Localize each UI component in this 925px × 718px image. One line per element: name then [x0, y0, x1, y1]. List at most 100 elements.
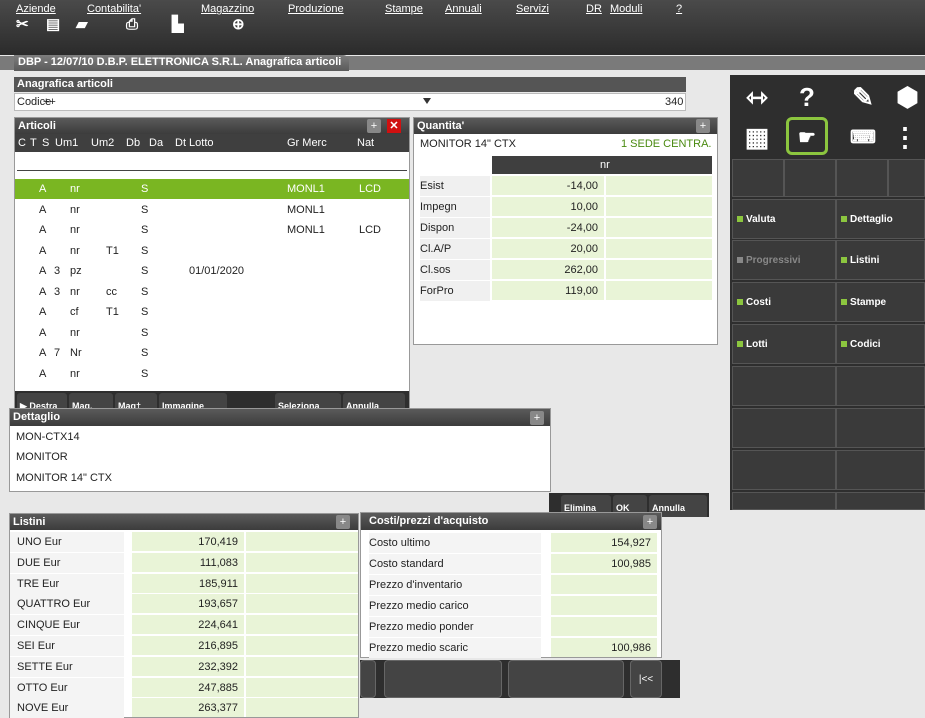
expand-icon[interactable]: + [336, 515, 350, 529]
table-row: Dispon -24,00 [414, 218, 717, 238]
menu-moduli[interactable]: Moduli [610, 3, 642, 15]
row-value-empty[interactable] [246, 532, 358, 551]
row-value-empty[interactable] [246, 677, 358, 697]
close-icon[interactable]: ✕ [387, 119, 401, 133]
col-grmerc[interactable]: Gr Merc [287, 134, 327, 152]
row-value[interactable]: 100,985 [551, 554, 657, 573]
col-da[interactable]: Da [149, 134, 163, 152]
table-row: Prezzo medio scaric 100,986 [361, 638, 661, 659]
col-um2[interactable]: Um2 [91, 134, 114, 152]
document-tab[interactable]: DBP - 12/07/10 D.B.P. ELETTRONICA S.R.L.… [14, 55, 350, 71]
table-row[interactable]: Anr T1 S [15, 241, 409, 261]
menu-produzione[interactable]: Produzione [288, 3, 344, 15]
table-row[interactable]: Anr S MONL1 LCD [15, 220, 409, 240]
table-row[interactable]: Acf T1 S [15, 302, 409, 322]
row-value-empty[interactable] [246, 615, 358, 635]
row-value: 10,00 [492, 197, 604, 216]
valuta-button[interactable]: Valuta [732, 199, 836, 239]
lotti-button[interactable]: Lotti [732, 324, 836, 364]
menu-dr[interactable]: DR [586, 3, 602, 15]
row-value[interactable]: 111,083 [132, 552, 244, 572]
expand-icon[interactable]: ⊕ [232, 16, 245, 34]
row-value[interactable] [551, 575, 657, 594]
stampe-button[interactable]: Stampe [836, 282, 925, 322]
col-db[interactable]: Db [126, 134, 140, 152]
window-icon[interactable]: ▙ [172, 16, 184, 34]
scissors-icon[interactable]: ✂ [16, 16, 29, 34]
table-row[interactable]: Anr S MONL1 LCD [15, 179, 409, 199]
col-dtlotto[interactable]: Dt Lotto [175, 134, 214, 152]
print-icon[interactable]: ⎙ [126, 16, 138, 34]
row-value-empty[interactable] [246, 698, 358, 718]
menu-stampe[interactable]: Stampe [385, 3, 423, 15]
listini-button[interactable]: Listini [836, 240, 925, 280]
menu-annuali[interactable]: Annuali [445, 3, 482, 15]
expand-icon[interactable]: + [367, 119, 381, 133]
row-value[interactable]: 216,895 [132, 636, 244, 655]
row-value[interactable]: 247,885 [132, 677, 244, 697]
row-value-empty[interactable] [246, 552, 358, 572]
row-value[interactable]: 100,986 [551, 638, 657, 657]
nav-button[interactable] [384, 660, 502, 698]
codice-value[interactable]: ++ [43, 96, 56, 108]
menu-aziende[interactable]: Aziende [16, 3, 56, 15]
row-value-empty[interactable] [246, 656, 358, 676]
codice-field[interactable]: Codice ++ 340 [14, 93, 686, 111]
expand-icon[interactable]: + [696, 119, 710, 133]
costi-button[interactable]: Costi [732, 282, 836, 322]
table-row[interactable]: A 7 Nr S [15, 343, 409, 363]
table-row[interactable]: A 3 pz S 01/01/2020 [15, 261, 409, 281]
codici-button[interactable]: Codici [836, 324, 925, 364]
box-icon[interactable]: ⬢ [890, 79, 925, 115]
row-value[interactable]: 185,911 [132, 573, 244, 593]
menu-help[interactable]: ? [676, 3, 682, 15]
row-value[interactable]: 224,641 [132, 615, 244, 635]
row-value[interactable]: 263,377 [132, 698, 244, 718]
empty-cell [732, 450, 836, 490]
col-um1[interactable]: Um1 [55, 134, 78, 152]
col-t[interactable]: T [30, 134, 37, 152]
col-s[interactable]: S [42, 134, 49, 152]
folder-icon[interactable]: ▰ [76, 16, 88, 34]
table-row[interactable]: Anr S [15, 323, 409, 343]
progressivi-button[interactable]: Progressivi [732, 240, 836, 280]
dettaglio-button[interactable]: Dettaglio [836, 199, 925, 239]
first-page-button[interactable]: |<< [630, 660, 662, 698]
table-row[interactable]: Anr S [15, 364, 409, 384]
row-label: Cl.A/P [420, 239, 490, 259]
table-row[interactable]: Anr S MONL1 [15, 200, 409, 220]
row-value[interactable]: 170,419 [132, 532, 244, 551]
col-nat[interactable]: Nat [357, 134, 374, 152]
keyboard-icon[interactable]: ⌨ [838, 119, 888, 155]
progressivi-label: Progressivi [746, 255, 801, 266]
table-row[interactable]: A 3 nr cc S [15, 282, 409, 302]
row-value[interactable]: 193,657 [132, 594, 244, 614]
menu-magazzino[interactable]: Magazzino [201, 3, 254, 15]
nav-button[interactable] [508, 660, 624, 698]
row-value-empty[interactable] [246, 594, 358, 614]
row-label: NOVE Eur [10, 698, 124, 718]
empty-cell [732, 159, 784, 197]
document-icon[interactable]: ▤ [46, 16, 60, 34]
row-value[interactable]: 154,927 [551, 533, 657, 552]
row-value[interactable] [551, 617, 657, 636]
menu-contabilita[interactable]: Contabilita' [87, 3, 141, 15]
nav-button[interactable] [360, 660, 376, 698]
help-icon[interactable]: ? [782, 79, 832, 115]
expand-icon[interactable]: + [643, 515, 657, 529]
fullscreen-icon[interactable]: ⇿ [732, 79, 782, 115]
table-row: CINQUE Eur 224,641 [10, 615, 358, 636]
grid-icon[interactable]: ⋮⋮ [892, 119, 925, 155]
pointer-icon[interactable]: ☛ [786, 117, 828, 155]
expand-icon[interactable]: + [530, 411, 544, 425]
row-value[interactable]: 232,392 [132, 656, 244, 676]
row-label: Esist [420, 176, 490, 196]
calculator-icon[interactable]: ▦ [732, 119, 782, 155]
dropdown-icon[interactable] [423, 98, 431, 104]
row-value-empty[interactable] [246, 636, 358, 655]
row-value[interactable] [551, 596, 657, 615]
menu-servizi[interactable]: Servizi [516, 3, 549, 15]
row-value-empty[interactable] [246, 573, 358, 593]
col-c[interactable]: C [18, 134, 26, 152]
edit-icon[interactable]: ✎ [838, 79, 888, 115]
